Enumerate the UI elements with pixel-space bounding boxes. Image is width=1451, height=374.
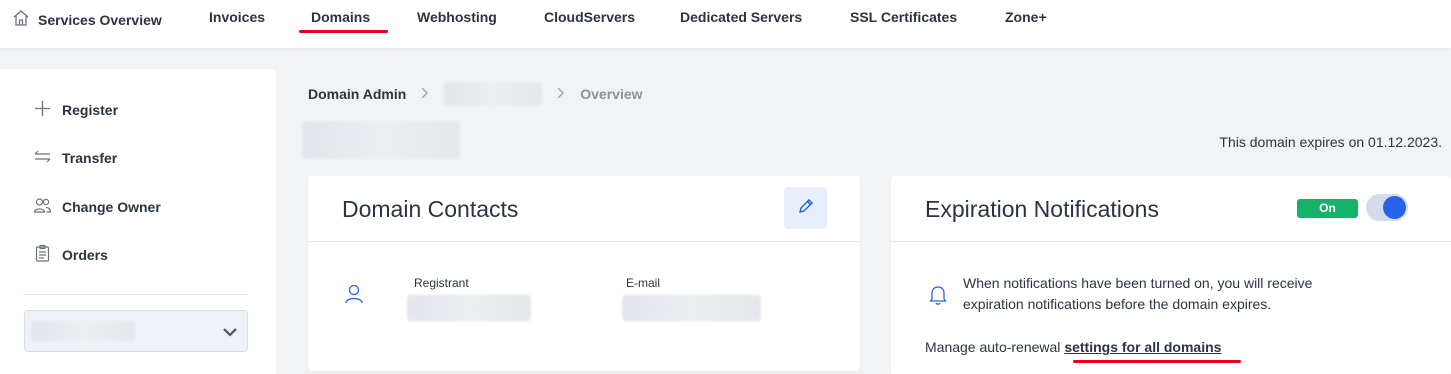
edit-contacts-button[interactable] [784, 187, 827, 229]
notification-description: When notifications have been turned on, … [963, 275, 1313, 312]
home-icon [12, 9, 30, 30]
card-title: Expiration Notifications [925, 196, 1159, 222]
nav-item-services-overview[interactable]: Services Overview [12, 9, 162, 30]
nav-item-webhosting[interactable]: Webhosting [417, 9, 497, 25]
breadcrumb-overview: Overview [580, 86, 643, 102]
sidebar-item-orders[interactable]: Orders [33, 244, 108, 266]
registrant-label: Registrant [414, 276, 469, 290]
sidebar-item-label: Change Owner [62, 199, 161, 215]
card-header: Expiration Notifications On [891, 176, 1451, 242]
status-badge: On [1297, 199, 1358, 218]
sidebar-item-change-owner[interactable]: Change Owner [33, 196, 161, 218]
bell-icon [928, 284, 948, 311]
nav-item-domains[interactable]: Domains [311, 9, 370, 25]
domain-select[interactable] [24, 310, 248, 352]
sidebar-item-label: Orders [62, 247, 108, 263]
sidebar-item-transfer[interactable]: Transfer [33, 147, 117, 169]
manage-auto-renewal-text: Manage auto-renewal settings for all dom… [925, 339, 1221, 355]
breadcrumb-domain-admin[interactable]: Domain Admin [308, 86, 406, 102]
chevron-down-icon [221, 323, 239, 346]
breadcrumb-redacted-domain[interactable] [444, 82, 543, 106]
plus-icon [33, 99, 52, 121]
email-label: E-mail [626, 276, 661, 290]
chevron-right-icon [420, 86, 430, 102]
registrant-value-redacted [407, 295, 531, 321]
link-highlight-underline [1073, 360, 1241, 363]
card-header: Domain Contacts [308, 176, 860, 242]
notifications-toggle[interactable] [1366, 194, 1408, 221]
settings-all-domains-link[interactable]: settings for all domains [1064, 339, 1221, 355]
sidebar-item-label: Register [62, 102, 119, 118]
breadcrumb: Domain Admin Overview [308, 82, 643, 106]
top-navigation: Services Overview Invoices Domains Webho… [0, 0, 1451, 48]
nav-item-zone-plus[interactable]: Zone+ [1005, 9, 1047, 25]
card-title: Domain Contacts [342, 196, 519, 222]
nav-item-dedicated-servers[interactable]: Dedicated Servers [680, 9, 802, 25]
nav-item-label: Services Overview [38, 11, 162, 28]
nav-item-ssl-certificates[interactable]: SSL Certificates [850, 9, 957, 25]
sidebar-item-register[interactable]: Register [33, 99, 118, 121]
transfer-arrows-icon [33, 147, 52, 169]
redacted-domain-name [31, 321, 135, 341]
manage-prefix: Manage auto-renewal [925, 339, 1065, 355]
clipboard-icon [33, 244, 52, 266]
domain-expiry-text: This domain expires on 01.12.2023. [1219, 134, 1442, 150]
redacted-domain-title [302, 121, 460, 159]
domain-contacts-card: Domain Contacts Registrant E-mail [308, 176, 860, 371]
toggle-knob [1383, 196, 1406, 219]
sidebar-item-label: Transfer [62, 150, 118, 166]
nav-item-invoices[interactable]: Invoices [209, 9, 265, 25]
active-tab-underline [299, 30, 388, 33]
sidebar-divider [23, 294, 248, 295]
chevron-right-icon [556, 86, 566, 102]
email-value-redacted [622, 295, 761, 321]
users-icon [33, 196, 52, 218]
person-icon [344, 283, 364, 310]
sidebar: Register Transfer Change Owner Orders [0, 69, 276, 374]
expiration-notifications-card: Expiration Notifications On When notific… [891, 176, 1451, 374]
pencil-icon [797, 197, 815, 220]
nav-item-cloudservers[interactable]: CloudServers [544, 9, 635, 25]
